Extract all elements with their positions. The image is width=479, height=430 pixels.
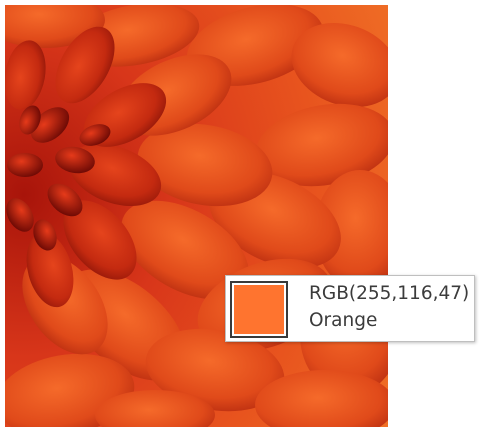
flower-photo — [5, 5, 388, 427]
color-tooltip: RGB(255,116,47) Orange — [225, 275, 475, 342]
rgb-value-label: RGB(255,116,47) — [309, 283, 470, 304]
color-name-label: Orange — [309, 310, 378, 331]
color-info: RGB(255,116,47) Orange — [309, 280, 469, 334]
color-swatch — [230, 281, 288, 338]
color-swatch-fill — [233, 284, 285, 335]
flower-petals-image — [5, 5, 388, 427]
